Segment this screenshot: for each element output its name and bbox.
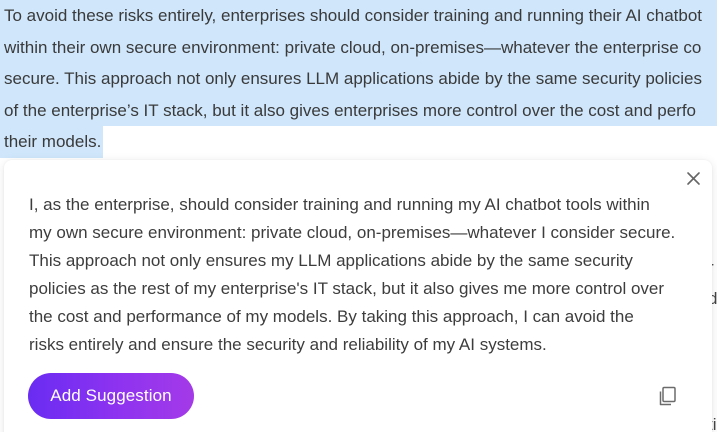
selected-line[interactable]: secure. This approach not only ensures L… bbox=[0, 63, 717, 95]
article-text-selection[interactable]: To avoid these risks entirely, enterpris… bbox=[0, 0, 717, 158]
copy-icon bbox=[659, 386, 676, 406]
suggestion-text: I, as the enterprise, should consider tr… bbox=[29, 191, 701, 359]
add-suggestion-button[interactable]: Add Suggestion bbox=[28, 373, 194, 419]
suggestion-line: policies as the rest of my enterprise's … bbox=[29, 279, 665, 298]
editor-page: To avoid these risks entirely, enterpris… bbox=[0, 0, 717, 432]
close-icon bbox=[687, 172, 700, 185]
suggestion-line: the cost and performance of my models. B… bbox=[29, 307, 634, 326]
selected-line[interactable]: within their own secure environment: pri… bbox=[0, 31, 717, 63]
close-button[interactable] bbox=[682, 168, 704, 190]
suggestion-line: This approach not only ensures my LLM ap… bbox=[29, 251, 633, 270]
suggestion-line: risks entirely and ensure the security a… bbox=[29, 335, 547, 354]
suggestion-line: my own secure environment: private cloud… bbox=[29, 223, 676, 242]
copy-button[interactable] bbox=[657, 385, 679, 407]
selected-line[interactable]: of the enterprise’s IT stack, but it als… bbox=[0, 94, 717, 126]
selected-line[interactable]: To avoid these risks entirely, enterpris… bbox=[0, 0, 717, 32]
suggestion-line: I, as the enterprise, should consider tr… bbox=[29, 195, 650, 214]
selected-line[interactable]: their models. bbox=[0, 126, 104, 158]
